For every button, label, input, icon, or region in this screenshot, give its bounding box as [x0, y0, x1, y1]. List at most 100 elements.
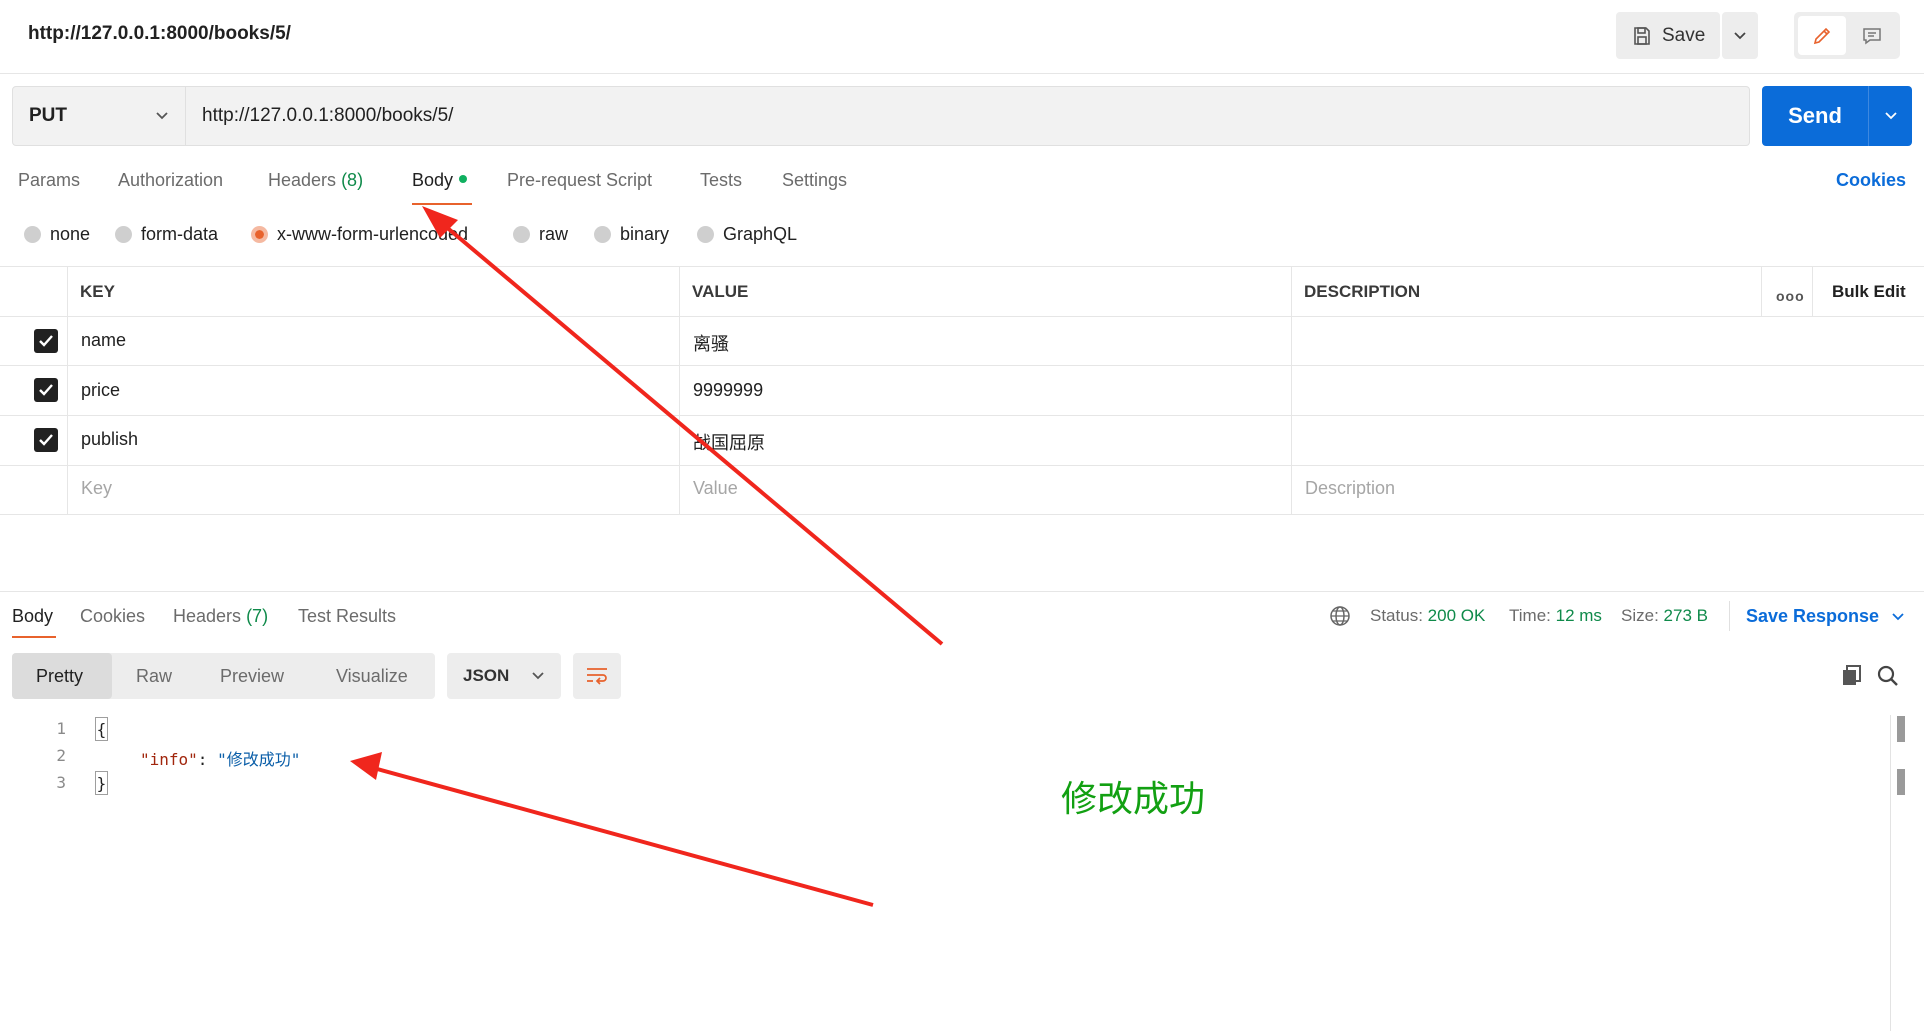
copy-icon[interactable] [1840, 664, 1864, 688]
cookies-link[interactable]: Cookies [1836, 170, 1906, 191]
search-icon[interactable] [1876, 664, 1900, 688]
param-key[interactable]: price [81, 380, 120, 401]
scrollbar-track[interactable] [1890, 715, 1891, 1031]
radio-x-www-form-urlencoded[interactable]: x-www-form-urlencoded [251, 224, 468, 245]
param-value[interactable]: 9999999 [693, 380, 763, 401]
size-readout[interactable]: Size: 273 B [1621, 606, 1708, 626]
status-value: 200 OK [1427, 606, 1486, 625]
column-header-description: DESCRIPTION [1304, 282, 1421, 301]
tab-label: Settings [782, 170, 848, 190]
globe-icon[interactable] [1329, 605, 1351, 627]
send-options-dropdown[interactable] [1869, 111, 1912, 121]
save-response-label: Save Response [1746, 606, 1880, 626]
param-value[interactable]: 离骚 [693, 330, 729, 356]
table-border [0, 514, 1924, 515]
table-border [0, 465, 1924, 466]
radio-label: raw [539, 224, 569, 244]
tab-params[interactable]: Params [18, 170, 80, 191]
radio-none[interactable]: none [24, 224, 90, 245]
radio-form-data[interactable]: form-data [115, 224, 218, 245]
tab-tests[interactable]: Tests [700, 170, 742, 191]
scrollbar-marker[interactable] [1897, 716, 1905, 742]
code-brace-close: } [95, 771, 108, 795]
more-options-button[interactable]: ooo [1776, 288, 1805, 304]
active-tab-underline [12, 636, 56, 638]
row-checkbox[interactable] [34, 428, 58, 452]
new-key-input[interactable]: Key [81, 478, 112, 499]
chevron-down-icon [156, 112, 168, 120]
checkbox-checked-icon [39, 434, 53, 446]
comments-button[interactable] [1848, 16, 1896, 55]
radio-raw[interactable]: raw [513, 224, 568, 245]
time-label: Time: [1509, 606, 1551, 625]
save-response-button[interactable]: Save Response [1746, 606, 1905, 627]
radio-graphql[interactable]: GraphQL [697, 224, 797, 245]
row-checkbox[interactable] [34, 378, 58, 402]
table-border [0, 365, 1924, 366]
tab-count: (8) [341, 170, 364, 190]
arrow-to-response [350, 752, 874, 907]
status-label: Status: [1370, 606, 1423, 625]
response-tab-headers[interactable]: Headers (7) [173, 606, 268, 627]
annotation-text: 修改成功 [1061, 779, 1206, 820]
chevron-down-icon [1892, 612, 1904, 620]
param-value[interactable]: 战国屈原 [693, 429, 765, 455]
send-button[interactable]: Send [1762, 86, 1912, 146]
json-separator: : [197, 750, 218, 769]
radio-dot [24, 226, 41, 243]
param-key[interactable]: publish [81, 429, 138, 450]
column-divider [1291, 266, 1292, 515]
format-preview[interactable]: Preview [220, 666, 284, 687]
url-input[interactable]: http://127.0.0.1:8000/books/5/ [186, 86, 1750, 146]
window-title-url: http://127.0.0.1:8000/books/5/ [28, 23, 291, 44]
top-divider [0, 73, 1924, 74]
scrollbar-marker[interactable] [1897, 769, 1905, 795]
column-divider [1812, 266, 1813, 316]
wrap-lines-button[interactable] [573, 653, 621, 699]
method-select[interactable]: PUT [12, 86, 186, 146]
format-pretty[interactable]: Pretty [36, 666, 83, 687]
tab-authorization[interactable]: Authorization [118, 170, 223, 191]
pane-divider[interactable] [0, 591, 1924, 592]
column-divider [679, 266, 680, 515]
radio-label: binary [620, 224, 670, 244]
response-tab-cookies[interactable]: Cookies [80, 606, 145, 627]
column-header-key: KEY [80, 282, 115, 301]
response-tab-body[interactable]: Body [12, 606, 53, 627]
tab-label: Authorization [118, 170, 224, 190]
table-border [0, 266, 1924, 267]
row-checkbox[interactable] [34, 329, 58, 353]
size-value: 273 B [1663, 606, 1708, 625]
param-key[interactable]: name [81, 330, 126, 351]
table-border [0, 415, 1924, 416]
status-readout[interactable]: Status: 200 OK [1370, 606, 1485, 626]
format-visualize[interactable]: Visualize [336, 666, 408, 687]
save-button[interactable]: Save [1616, 12, 1720, 59]
tab-label: Params [18, 170, 81, 190]
tab-body[interactable]: Body [412, 170, 468, 191]
new-description-input[interactable]: Description [1305, 478, 1395, 499]
tab-headers[interactable]: Headers (8) [268, 170, 363, 191]
tab-label: Cookies [80, 606, 146, 626]
tab-pre-request-script[interactable]: Pre-request Script [507, 170, 652, 191]
radio-label: x-www-form-urlencoded [277, 224, 469, 244]
format-raw[interactable]: Raw [136, 666, 172, 687]
wrap-lines-icon [587, 668, 607, 685]
checkbox-checked-icon [39, 384, 53, 396]
radio-binary[interactable]: binary [594, 224, 669, 245]
line-number: 3 [56, 773, 66, 792]
code-line[interactable]: "info": "修改成功" [140, 746, 300, 770]
column-divider [1761, 266, 1762, 316]
language-select[interactable]: JSON [447, 653, 561, 699]
tab-settings[interactable]: Settings [782, 170, 847, 191]
time-readout[interactable]: Time: 12 ms [1509, 606, 1602, 626]
edit-mode-button[interactable] [1798, 16, 1846, 55]
send-button-label: Send [1788, 103, 1842, 128]
chevron-down-icon [532, 672, 544, 680]
save-options-dropdown[interactable] [1722, 12, 1758, 59]
bulk-edit-button[interactable]: Bulk Edit [1832, 282, 1906, 302]
response-tab-test-results[interactable]: Test Results [298, 606, 396, 627]
new-value-input[interactable]: Value [693, 478, 738, 499]
json-key: "info" [140, 750, 198, 769]
tab-label: Tests [700, 170, 743, 190]
